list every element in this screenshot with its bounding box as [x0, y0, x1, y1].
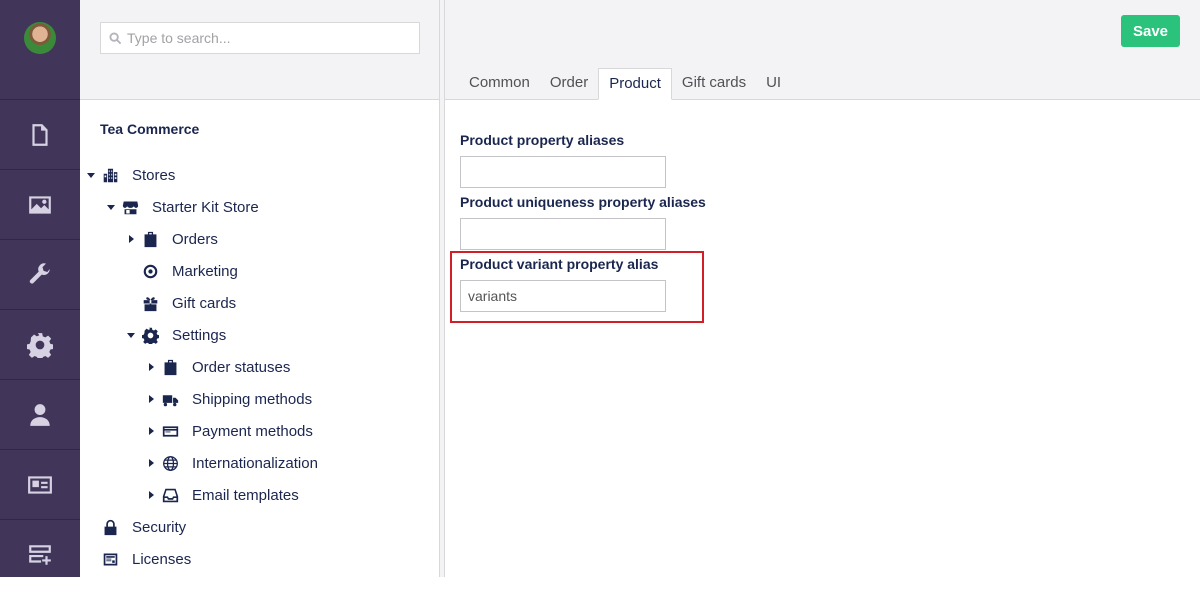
wrench-icon — [29, 262, 50, 284]
id-card-icon — [28, 475, 52, 494]
product-property-aliases-label: Product property aliases — [460, 132, 625, 148]
shop-icon — [120, 198, 140, 216]
tree-node-label: Email templates — [192, 486, 299, 504]
tree-node-label: Internationalization — [192, 454, 318, 472]
product-variant-property-alias-input[interactable] — [460, 280, 666, 312]
gear-icon — [27, 332, 53, 358]
gift-icon — [140, 294, 160, 312]
tree-node-shipping-methods[interactable]: Shipping methods — [146, 385, 312, 413]
inbox-icon — [160, 486, 180, 504]
tree-node-order-statuses[interactable]: Order statuses — [146, 353, 290, 381]
caret-right-icon[interactable] — [126, 234, 136, 244]
tree-node-settings[interactable]: Settings — [126, 321, 226, 349]
save-button[interactable]: Save — [1121, 15, 1180, 47]
tab-common[interactable]: Common — [459, 68, 540, 100]
tree-node-label: Settings — [172, 326, 227, 344]
bag-icon — [140, 230, 160, 248]
caret-right-icon[interactable] — [146, 490, 156, 500]
users-section[interactable] — [0, 379, 80, 449]
forms-section[interactable] — [0, 519, 80, 589]
image-icon — [29, 195, 51, 214]
user-icon — [30, 403, 50, 426]
caret-down-icon[interactable] — [106, 202, 116, 212]
forms-add-icon — [29, 544, 51, 565]
tree-node-licenses[interactable]: Licenses — [86, 545, 191, 573]
tree-title: Tea Commerce — [100, 121, 200, 137]
credit-card-icon — [160, 422, 180, 440]
caret-right-icon[interactable] — [146, 458, 156, 468]
stores-icon — [100, 166, 120, 184]
caret-down-icon[interactable] — [86, 170, 96, 180]
tab-ui[interactable]: UI — [756, 68, 791, 100]
tree-node-security[interactable]: Security — [86, 513, 186, 541]
editor-panel: Save Common Order Product Gift cards UI … — [445, 0, 1200, 577]
tree-node-orders[interactable]: Orders — [126, 225, 218, 253]
search-box[interactable] — [100, 22, 420, 54]
caret-down-icon[interactable] — [126, 330, 136, 340]
tree-node-label: Starter Kit Store — [152, 198, 259, 216]
product-uniqueness-property-aliases-label: Product uniqueness property aliases — [460, 194, 706, 210]
tree-header — [80, 0, 439, 100]
settings-section[interactable] — [0, 239, 80, 309]
tree-node-label: Order statuses — [192, 358, 291, 376]
caret-right-icon[interactable] — [146, 394, 156, 404]
tree-node-label: Gift cards — [172, 294, 237, 312]
tree-panel: Tea Commerce Stores Starter Kit Store Or… — [80, 0, 440, 577]
tree-node-label: Marketing — [172, 262, 238, 280]
document-icon — [32, 123, 48, 146]
tree-node-label: Shipping methods — [192, 390, 313, 408]
product-uniqueness-property-aliases-input[interactable] — [460, 218, 666, 250]
product-property-aliases-input[interactable] — [460, 156, 666, 188]
tree-node-starter-kit-store[interactable]: Starter Kit Store — [106, 193, 259, 221]
caret-right-icon[interactable] — [146, 426, 156, 436]
settings-gear-icon — [140, 326, 160, 344]
truck-icon — [160, 390, 180, 408]
editor-tabs: Common Order Product Gift cards UI — [459, 68, 791, 100]
editor-header: Save Common Order Product Gift cards UI — [445, 0, 1200, 100]
target-icon — [140, 262, 160, 280]
tree-node-payment-methods[interactable]: Payment methods — [146, 417, 313, 445]
tree-node-gift-cards[interactable]: Gift cards — [126, 289, 236, 317]
app-rail — [0, 0, 80, 577]
commerce-section[interactable] — [0, 309, 80, 379]
tree-node-stores[interactable]: Stores — [86, 161, 175, 189]
tree-node-email-templates[interactable]: Email templates — [146, 481, 299, 509]
product-variant-property-alias-label: Product variant property alias — [460, 256, 659, 272]
search-icon — [109, 31, 122, 44]
tree-node-label: Stores — [132, 166, 176, 184]
content-section[interactable] — [0, 99, 80, 169]
lock-icon — [100, 518, 120, 536]
tree-node-label: Payment methods — [192, 422, 313, 440]
tree-node-label: Orders — [172, 230, 218, 248]
tab-gift-cards[interactable]: Gift cards — [672, 68, 756, 100]
globe-icon — [160, 454, 180, 472]
members-section[interactable] — [0, 449, 80, 519]
bag-icon — [160, 358, 180, 376]
tree-node-internationalization[interactable]: Internationalization — [146, 449, 318, 477]
tree-node-label: Licenses — [132, 550, 192, 568]
license-icon — [100, 550, 120, 568]
tree-node-label: Security — [132, 518, 187, 536]
tab-product[interactable]: Product — [598, 68, 672, 100]
search-input[interactable] — [127, 30, 417, 46]
caret-right-icon[interactable] — [146, 362, 156, 372]
tab-order[interactable]: Order — [540, 68, 598, 100]
avatar[interactable] — [24, 22, 56, 54]
media-section[interactable] — [0, 169, 80, 239]
tree-node-marketing[interactable]: Marketing — [126, 257, 238, 285]
